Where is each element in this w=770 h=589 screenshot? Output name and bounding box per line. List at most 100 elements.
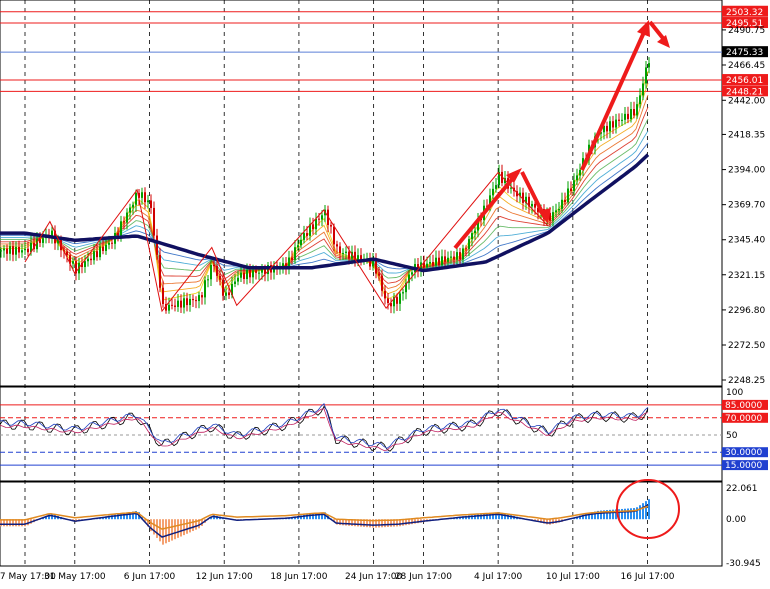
candle-body [435,257,437,266]
candle-body [345,251,347,253]
candle-body [564,199,566,203]
candle-body [135,192,137,205]
candle-body [207,279,209,281]
candle-body [156,235,158,255]
candle-body [567,188,569,203]
candle-body [294,247,296,260]
candle-body [531,203,533,207]
candle-body [348,251,350,259]
candle-body [24,248,26,251]
candle-body [609,121,611,132]
price-tick-label-10: 2248.25 [728,376,765,386]
candle-body [84,261,86,268]
macd-histogram-bar [549,519,551,525]
candle-body [90,258,92,261]
macd-histogram-bar [633,508,635,520]
candle-body [291,257,293,260]
candle-body [93,251,95,261]
candle-body [474,230,476,234]
candle-body [639,95,641,105]
osc-tick-label-1: 50 [726,431,738,441]
candle-body [447,257,449,262]
candle-body [339,246,341,254]
candle-body [9,246,11,254]
candle-body [195,300,197,302]
candle-body [576,175,578,181]
x-tick-label-4: 18 Jun 17:00 [270,572,327,582]
macd-tick-label-0: 22.061 [726,484,758,494]
trading-chart[interactable]: 2503.32 2495.51 2456.01 2448.21 2475.33 85.0… [0,0,770,585]
candle-body [456,252,458,260]
candle-body [243,272,245,280]
candle-body [183,298,185,308]
price-tick-label-0: 2490.75 [728,26,765,36]
price-tick-label-8: 2296.80 [728,306,765,316]
candle-body [150,200,152,208]
candle-body [399,293,401,304]
candle-body [252,270,254,278]
candle-body [159,254,161,288]
price-tick-label-6: 2345.40 [728,236,765,246]
candle-body [579,170,581,176]
candle-body [240,272,242,278]
macd-histogram-bar [171,519,173,541]
price-tick-label-1: 2466.45 [728,61,765,71]
candle-body [459,252,461,260]
candle-body [105,244,107,251]
macd-histogram-bar [627,508,629,520]
macd-histogram-bar [648,499,650,520]
candle-body [648,63,650,68]
candle-body [219,275,221,280]
candle-body [228,292,230,296]
candle-body [336,244,338,247]
candle-body [342,252,344,254]
candle-body [18,246,20,253]
candle-body [624,113,626,120]
macd-tick-label-2: -30.945 [726,559,761,569]
candle-body [174,305,176,307]
candle-body [471,233,473,240]
candle-body [300,239,302,246]
macd-histogram-bar [156,519,158,538]
macd-histogram-bar [192,519,194,532]
candle-body [510,187,512,189]
candle-body [201,295,203,298]
candle-body [204,280,206,298]
x-tick-label-6: 28 Jun 17:00 [395,572,452,582]
candle-body [387,298,389,304]
macd-histogram-bar [186,519,188,534]
candle-body [429,262,431,264]
macd-histogram-bar [174,519,176,540]
candle-body [573,180,575,191]
macd-histogram-bar [180,519,182,537]
candle-body [468,239,470,249]
macd-histogram-bar [165,519,167,544]
x-tick-label-9: 16 Jul 17:00 [621,572,675,582]
price-tick-label-5: 2369.70 [728,201,765,211]
candle-body [615,119,617,128]
candle-body [441,256,443,266]
candle-body [168,304,170,311]
price-tick-label-4: 2394.00 [728,166,765,176]
candle-body [237,277,239,282]
current-price-label: 2475.33 [726,48,763,58]
candle-body [96,251,98,258]
candle-body [606,125,608,132]
candle-body [144,192,146,203]
candle-body [111,242,113,244]
candle-body [645,67,647,84]
candle-body [126,212,128,223]
candle-body [117,232,119,236]
candle-body [180,300,182,308]
macd-histogram-bar [645,501,647,520]
candle-body [330,225,332,227]
candle-body [186,298,188,306]
candle-body [192,298,194,301]
macd-histogram-bar [168,519,170,542]
candle-body [198,295,200,302]
candle-body [315,218,317,230]
macd-histogram-bar [177,519,179,538]
candle-body [129,207,131,213]
candle-body [15,246,17,255]
candle-body [216,265,218,276]
